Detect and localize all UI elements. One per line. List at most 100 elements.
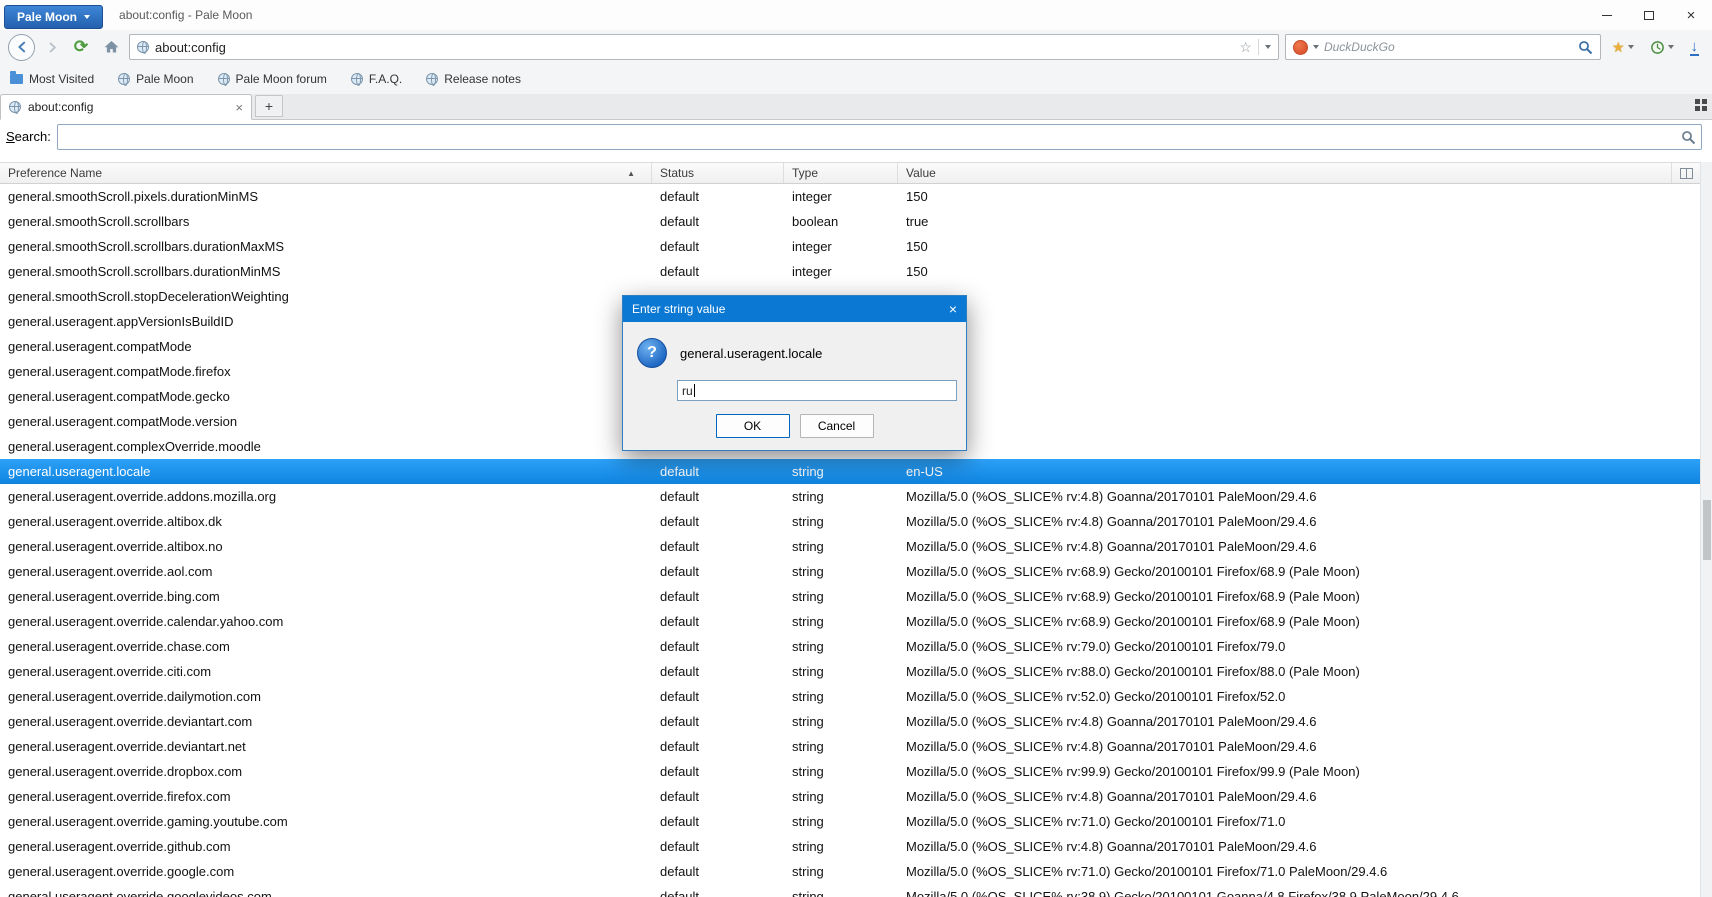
pref-name-cell: general.useragent.compatMode.version bbox=[8, 414, 238, 429]
bookmark-star-icon[interactable]: ☆ bbox=[1239, 40, 1252, 54]
dialog-close-icon[interactable]: × bbox=[949, 302, 957, 316]
tab-about-config[interactable]: about:config × bbox=[0, 94, 252, 120]
pref-status-cell: default bbox=[660, 689, 700, 704]
column-header-type[interactable]: Type bbox=[784, 163, 898, 183]
app-menu-button[interactable]: Pale Moon bbox=[4, 4, 104, 29]
bookmark-item[interactable]: Pale Moon bbox=[118, 72, 194, 86]
column-picker-button[interactable] bbox=[1672, 163, 1700, 183]
cancel-button[interactable]: Cancel bbox=[799, 414, 874, 438]
table-row[interactable]: general.useragent.override.altibox.dk de… bbox=[0, 509, 1700, 534]
maximize-button[interactable] bbox=[1628, 0, 1670, 30]
search-label: Search: bbox=[6, 129, 51, 144]
maximize-icon bbox=[1644, 10, 1654, 20]
reload-button[interactable]: ⟳ bbox=[69, 35, 93, 59]
pref-status-cell: default bbox=[660, 739, 700, 754]
forward-button[interactable] bbox=[41, 36, 63, 58]
pref-type-cell: string bbox=[792, 789, 824, 804]
table-row[interactable]: general.useragent.override.firefox.com d… bbox=[0, 784, 1700, 809]
table-row[interactable]: general.smoothScroll.pixels.durationMinM… bbox=[0, 184, 1700, 209]
preferences-search-input[interactable] bbox=[56, 123, 1702, 150]
column-header-value[interactable]: Value bbox=[898, 163, 1672, 183]
pref-value-cell: Mozilla/5.0 (%OS_SLICE% rv:4.8) Goanna/2… bbox=[906, 514, 1317, 529]
bookmarks-menu-button[interactable]: ★ bbox=[1607, 34, 1639, 60]
pref-name-cell: general.useragent.override.google.com bbox=[8, 864, 235, 879]
back-button[interactable] bbox=[8, 33, 35, 61]
forward-arrow-icon bbox=[49, 42, 56, 52]
table-row[interactable]: general.useragent.override.google.com de… bbox=[0, 859, 1700, 884]
pref-status-cell: default bbox=[660, 864, 700, 879]
downloads-button[interactable]: ↓ bbox=[1685, 34, 1705, 60]
pref-type-cell: string bbox=[792, 489, 824, 504]
table-row[interactable]: general.smoothScroll.scrollbars.duration… bbox=[0, 234, 1700, 259]
home-button[interactable] bbox=[99, 35, 123, 59]
pref-name-cell: general.useragent.appVersionIsBuildID bbox=[8, 314, 234, 329]
new-tab-button[interactable]: + bbox=[255, 95, 283, 117]
bookmark-item[interactable]: Release notes bbox=[426, 72, 521, 86]
pref-value-cell: Mozilla/5.0 (%OS_SLICE% rv:4.8) Goanna/2… bbox=[906, 739, 1317, 754]
dialog-titlebar[interactable]: Enter string value × bbox=[623, 296, 966, 322]
url-input[interactable] bbox=[155, 39, 1234, 55]
pref-type-cell: string bbox=[792, 614, 824, 629]
pref-value-cell: 150 bbox=[906, 239, 928, 254]
pref-type-cell: string bbox=[792, 589, 824, 604]
pref-status-cell: default bbox=[660, 889, 700, 897]
vertical-scrollbar[interactable] bbox=[1700, 162, 1712, 897]
table-row[interactable]: general.useragent.override.dailymotion.c… bbox=[0, 684, 1700, 709]
tab-close-icon[interactable]: × bbox=[235, 101, 243, 114]
pref-status-cell: default bbox=[660, 214, 700, 229]
web-search-input[interactable] bbox=[1323, 40, 1573, 54]
tab-groups-icon[interactable] bbox=[1695, 99, 1700, 104]
ok-button[interactable]: OK bbox=[715, 414, 790, 438]
search-engine-dropdown-icon[interactable] bbox=[1312, 45, 1319, 49]
url-bar[interactable]: ☆ bbox=[129, 34, 1279, 60]
table-row[interactable]: general.useragent.locale default string … bbox=[0, 459, 1700, 484]
table-row[interactable]: general.useragent.override.addons.mozill… bbox=[0, 484, 1700, 509]
column-header-status[interactable]: Status bbox=[652, 163, 784, 183]
bookmark-item[interactable]: Most Visited bbox=[10, 71, 95, 86]
pref-type-cell: string bbox=[792, 814, 824, 829]
table-row[interactable]: general.smoothScroll.scrollbars default … bbox=[0, 209, 1700, 234]
bookmark-label: Most Visited bbox=[29, 72, 95, 86]
web-search-box[interactable] bbox=[1284, 34, 1601, 60]
history-menu-button[interactable] bbox=[1645, 34, 1679, 60]
table-row[interactable]: general.useragent.override.dropbox.com d… bbox=[0, 759, 1700, 784]
table-row[interactable]: general.useragent.override.deviantart.co… bbox=[0, 709, 1700, 734]
table-row[interactable]: general.useragent.override.chase.com def… bbox=[0, 634, 1700, 659]
table-row[interactable]: general.useragent.override.deviantart.ne… bbox=[0, 734, 1700, 759]
pref-type-cell: string bbox=[792, 464, 824, 479]
window-title: about:config - Pale Moon bbox=[119, 8, 253, 22]
table-row[interactable]: general.useragent.override.github.com de… bbox=[0, 834, 1700, 859]
pref-value-cell: false bbox=[898, 439, 1700, 454]
search-icon[interactable] bbox=[1681, 130, 1696, 145]
table-row[interactable]: general.useragent.override.calendar.yaho… bbox=[0, 609, 1700, 634]
home-icon bbox=[104, 41, 118, 53]
table-row[interactable]: general.useragent.override.altibox.no de… bbox=[0, 534, 1700, 559]
search-icon[interactable] bbox=[1578, 40, 1593, 55]
bookmark-item[interactable]: F.A.Q. bbox=[350, 72, 402, 86]
table-row[interactable]: general.useragent.override.gaming.youtub… bbox=[0, 809, 1700, 834]
pref-value-cell: Mozilla/5.0 (%OS_SLICE% rv:4.8) Goanna/2… bbox=[906, 539, 1317, 554]
site-globe-icon bbox=[137, 41, 149, 54]
pref-type-cell: string bbox=[792, 889, 824, 897]
close-button[interactable]: × bbox=[1670, 0, 1712, 30]
pref-type-cell: string bbox=[792, 564, 824, 579]
url-dropdown-icon[interactable] bbox=[1264, 45, 1271, 49]
tab-label: about:config bbox=[28, 100, 94, 114]
pref-status-cell: default bbox=[660, 839, 700, 854]
minimize-button[interactable] bbox=[1586, 0, 1628, 30]
table-row[interactable]: general.useragent.override.citi.com defa… bbox=[0, 659, 1700, 684]
minimize-icon bbox=[1602, 14, 1612, 16]
window-titlebar: Pale Moon about:config - Pale Moon × bbox=[0, 0, 1712, 30]
bookmark-item[interactable]: Pale Moon forum bbox=[217, 72, 327, 86]
string-value-input[interactable]: ru bbox=[677, 380, 957, 401]
column-header-preference-name[interactable]: Preference Name ▲ bbox=[0, 163, 652, 183]
pref-name-cell: general.useragent.override.altibox.dk bbox=[8, 514, 222, 529]
question-icon: ? bbox=[637, 338, 667, 368]
table-row[interactable]: general.useragent.override.aol.com defau… bbox=[0, 559, 1700, 584]
scrollbar-thumb[interactable] bbox=[1703, 500, 1711, 560]
table-row[interactable]: general.useragent.override.googlevideos.… bbox=[0, 884, 1700, 897]
globe-icon bbox=[350, 73, 363, 86]
table-row[interactable]: general.useragent.override.bing.com defa… bbox=[0, 584, 1700, 609]
table-row[interactable]: general.smoothScroll.scrollbars.duration… bbox=[0, 259, 1700, 284]
duckduckgo-icon[interactable] bbox=[1292, 39, 1308, 55]
